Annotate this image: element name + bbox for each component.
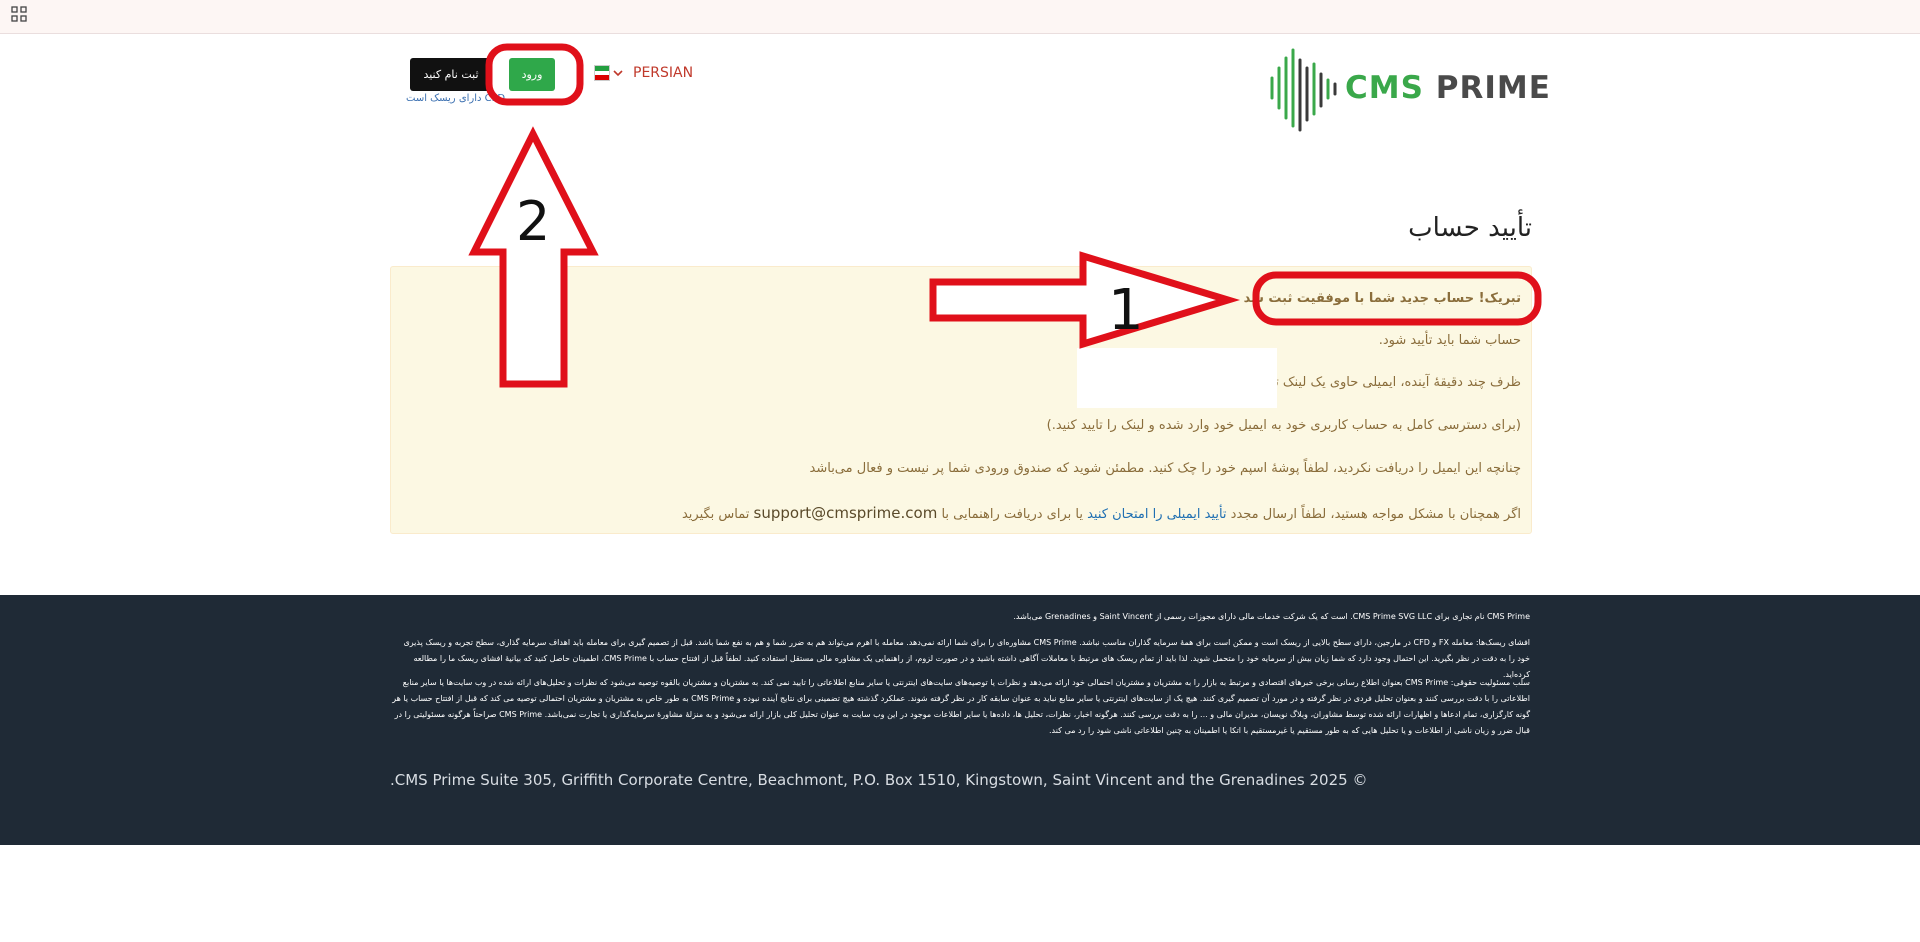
language-selector[interactable]: PERSIAN: [594, 62, 693, 84]
chevron-down-icon: [613, 70, 623, 77]
risk-warning-link[interactable]: CFD دارای ریسک است: [406, 93, 505, 104]
login-button[interactable]: ورود: [509, 58, 555, 91]
logo-text[interactable]: CMS PRIME: [1345, 70, 1551, 106]
support-text-pre: اگر همچنان با مشکل مواجه هستید، لطفاً ار…: [1230, 507, 1521, 522]
alert-line-spam: چنانچه این ایمیل را دریافت نکردید، لطفاً…: [809, 461, 1521, 476]
register-button[interactable]: ثبت نام کنید: [410, 58, 492, 91]
page-title: تأیید حساب: [1408, 213, 1532, 243]
language-label: PERSIAN: [633, 65, 694, 81]
footer: CMS Prime نام تجاری برای CMS Prime SVG L…: [0, 595, 1920, 845]
redacted-area: [1077, 348, 1277, 408]
footer-company-info: CMS Prime نام تجاری برای CMS Prime SVG L…: [1013, 612, 1530, 621]
support-text-mid: یا برای دریافت راهنمایی با: [941, 507, 1083, 522]
alert-heading: تبریک! حساب جدید شما با موفقیت ثبت شد: [1243, 291, 1521, 306]
annotation-number-2: 2: [516, 190, 550, 253]
footer-copyright: .CMS Prime Suite 305, Griffith Corporate…: [390, 771, 1368, 789]
grid-icon[interactable]: [11, 6, 27, 22]
support-text-post: تماس بگیرید: [681, 507, 750, 522]
browser-topbar: [0, 0, 1920, 34]
success-alert: تبریک! حساب جدید شما با موفقیت ثبت شد حس…: [390, 266, 1532, 534]
alert-line-access: (برای دسترسی کامل به حساب کاربری خود به …: [1046, 418, 1521, 433]
support-email[interactable]: support@cmsprime.com: [754, 504, 938, 522]
alert-line-verify: حساب شما باید تأیید شود.: [1378, 333, 1521, 348]
waveform-logo-icon: [1270, 48, 1337, 132]
alert-line-support: اگر همچنان با مشکل مواجه هستید، لطفاً ار…: [682, 504, 1521, 522]
resend-verification-link[interactable]: تأیید ایمیلی را امتحان کنید: [1087, 507, 1226, 522]
iran-flag-icon: [594, 65, 610, 81]
logo-brand: CMS: [1345, 70, 1424, 106]
footer-legal-disclaimer: سلب مسئولیت حقوقی: CMS Prime بعنوان اطلا…: [392, 678, 1530, 735]
logo-name: PRIME: [1435, 70, 1551, 106]
